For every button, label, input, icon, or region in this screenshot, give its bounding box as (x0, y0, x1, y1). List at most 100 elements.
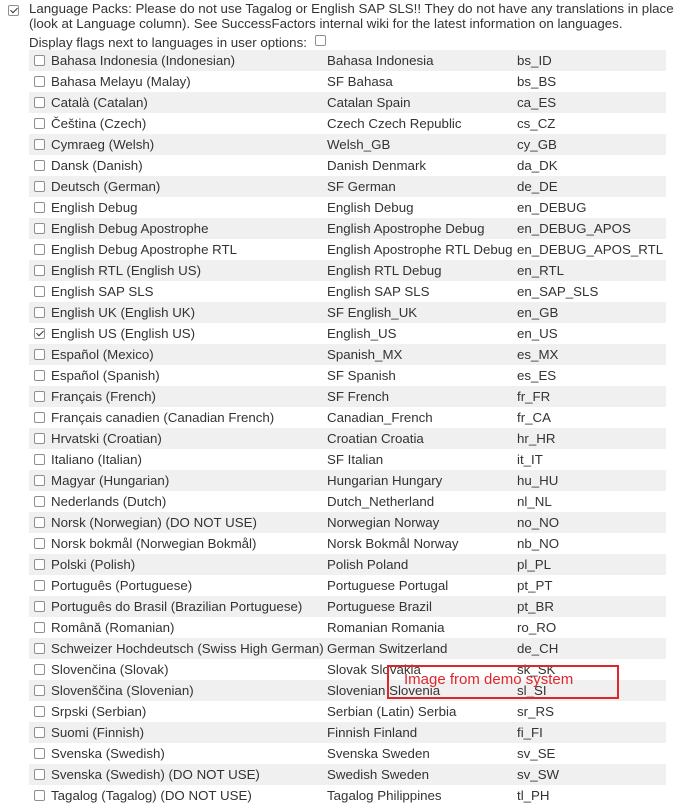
language-name: Swedish Sweden (327, 767, 430, 782)
language-row: Nederlands (Dutch) Dutch_Netherland nl_NL (29, 491, 666, 512)
language-packs-checkbox[interactable] (8, 5, 19, 16)
language-checkbox[interactable] (34, 307, 45, 318)
language-code: fr_FR (517, 389, 551, 404)
language-label: Bahasa Indonesia (Indonesian) (51, 53, 236, 68)
language-packs-notice: Language Packs: Please do not use Tagalo… (29, 1, 674, 31)
language-name: Spanish_MX (327, 347, 403, 362)
language-name: SF Italian (327, 452, 384, 467)
language-row: Tagalog (Tagalog) (DO NOT USE) Tagalog Ph… (29, 785, 666, 806)
language-row: English RTL (English US) English RTL Debu… (29, 260, 666, 281)
language-name: English SAP SLS (327, 284, 430, 299)
language-checkbox[interactable] (34, 706, 45, 717)
display-flags-label: Display flags next to languages in user … (29, 35, 307, 50)
language-name: Catalan Spain (327, 95, 411, 110)
language-name: Hungarian Hungary (327, 473, 443, 488)
language-checkbox[interactable] (34, 160, 45, 171)
language-code: pt_BR (517, 599, 554, 614)
language-name: Bahasa Indonesia (327, 53, 434, 68)
language-checkbox[interactable] (34, 748, 45, 759)
language-checkbox[interactable] (34, 559, 45, 570)
language-code: sr_RS (517, 704, 554, 719)
language-checkbox[interactable] (34, 517, 45, 528)
language-row: Français canadien (Canadian French) Canad… (29, 407, 666, 428)
language-checkbox[interactable] (34, 181, 45, 192)
language-checkbox[interactable] (34, 76, 45, 87)
language-label: Slovenčina (Slovak) (51, 662, 169, 677)
language-checkbox[interactable] (34, 370, 45, 381)
language-checkbox[interactable] (34, 244, 45, 255)
language-checkbox[interactable] (34, 790, 45, 801)
language-code: bs_ID (517, 53, 552, 68)
language-name: Canadian_French (327, 410, 433, 425)
language-label: Norsk bokmål (Norwegian Bokmål) (51, 536, 257, 551)
language-code: hu_HU (517, 473, 559, 488)
language-name: English Debug (327, 200, 414, 215)
language-checkbox[interactable] (34, 664, 45, 675)
language-name: SF French (327, 389, 390, 404)
language-checkbox[interactable] (34, 391, 45, 402)
language-checkbox[interactable] (34, 139, 45, 150)
language-row: English Debug Apostrophe English Apostrop… (29, 218, 666, 239)
language-name: SF English_UK (327, 305, 418, 320)
display-flags-checkbox[interactable] (315, 35, 326, 46)
language-checkbox[interactable] (34, 622, 45, 633)
language-code: tl_PH (517, 788, 550, 803)
language-row: English SAP SLS English SAP SLS en_SAP_SLS (29, 281, 666, 302)
language-checkbox[interactable] (34, 454, 45, 465)
language-checkbox[interactable] (34, 349, 45, 360)
language-checkbox[interactable] (34, 643, 45, 654)
language-name: Croatian Croatia (327, 431, 424, 446)
language-row: Français (French) SF French fr_FR (29, 386, 666, 407)
language-code: fr_CA (517, 410, 551, 425)
language-checkbox[interactable] (34, 601, 45, 612)
language-checkbox[interactable] (34, 55, 45, 66)
language-name: English Apostrophe Debug (327, 221, 485, 236)
language-packs-header: Language Packs: Please do not use Tagalo… (0, 0, 677, 34)
language-label: English SAP SLS (51, 284, 154, 299)
language-code: en_DEBUG (517, 200, 587, 215)
language-label: English Debug Apostrophe RTL (51, 242, 238, 257)
language-label: Español (Spanish) (51, 368, 160, 383)
language-checkbox[interactable] (34, 286, 45, 297)
language-row: Português do Brasil (Brazilian Portugues… (29, 596, 666, 617)
language-row: Dansk (Danish) Danish Denmark da_DK (29, 155, 666, 176)
language-name: Dutch_Netherland (327, 494, 435, 509)
language-code: es_ES (517, 368, 557, 383)
language-name: Tagalog Philippines (327, 788, 442, 803)
language-label: Tagalog (Tagalog) (DO NOT USE) (51, 788, 252, 803)
language-label: Français (French) (51, 389, 156, 404)
language-checkbox[interactable] (34, 223, 45, 234)
language-code: nl_NL (517, 494, 552, 509)
language-checkbox[interactable] (34, 118, 45, 129)
language-code: no_NO (517, 515, 560, 530)
language-name: Portuguese Brazil (327, 599, 432, 614)
language-row: Română (Romanian) Romanian Romania ro_RO (29, 617, 666, 638)
language-label: Norsk (Norwegian) (DO NOT USE) (51, 515, 257, 530)
language-checkbox[interactable] (34, 97, 45, 108)
language-row: Svenska (Swedish) (DO NOT USE) Swedish Sw… (29, 764, 666, 785)
language-code: en_DEBUG_APOS (517, 221, 631, 236)
language-checkbox[interactable] (34, 433, 45, 444)
language-row: Čeština (Czech) Czech Czech Republic cs_CZ (29, 113, 666, 134)
language-checkbox[interactable] (34, 580, 45, 591)
language-code: ro_RO (517, 620, 557, 635)
language-label: Română (Romanian) (51, 620, 175, 635)
language-checkbox[interactable] (34, 496, 45, 507)
language-checkbox[interactable] (34, 202, 45, 213)
language-label: Magyar (Hungarian) (51, 473, 170, 488)
language-checkbox[interactable] (34, 727, 45, 738)
language-name: SF Spanish (327, 368, 396, 383)
language-label: Svenska (Swedish) (DO NOT USE) (51, 767, 260, 782)
language-checkbox[interactable] (34, 475, 45, 486)
language-label: Français canadien (Canadian French) (51, 410, 275, 425)
language-row: English UK (English UK) SF English_UK en_G… (29, 302, 666, 323)
language-label: Polski (Polish) (51, 557, 136, 572)
language-label: Slovenščina (Slovenian) (51, 683, 194, 698)
language-code: de_CH (517, 641, 559, 656)
language-checkbox[interactable] (34, 328, 45, 339)
language-checkbox[interactable] (34, 265, 45, 276)
language-checkbox[interactable] (34, 769, 45, 780)
language-checkbox[interactable] (34, 412, 45, 423)
language-checkbox[interactable] (34, 685, 45, 696)
language-checkbox[interactable] (34, 538, 45, 549)
